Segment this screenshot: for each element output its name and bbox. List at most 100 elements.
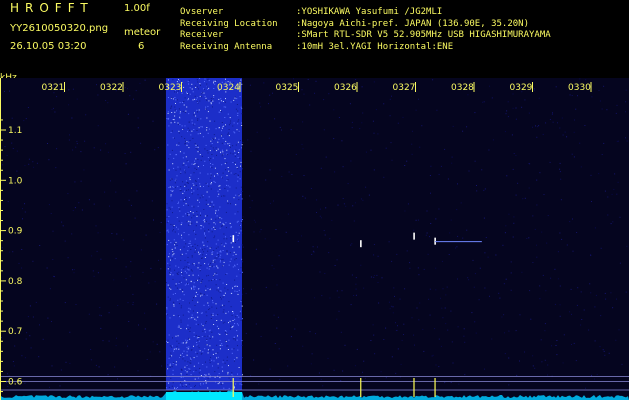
- noise-pixel: [331, 219, 333, 221]
- noise-pixel: [573, 342, 575, 344]
- band-pixel: [232, 254, 234, 256]
- noise-pixel: [12, 361, 14, 362]
- band-pixel: [218, 373, 220, 375]
- band-pixel: [209, 150, 211, 152]
- band-pixel: [220, 150, 222, 152]
- noise-pixel: [309, 104, 311, 106]
- noise-pixel: [291, 174, 293, 175]
- band-pixel: [207, 349, 209, 351]
- info-row-observer: Ovserver:YOSHIKAWA Yasufumi /JG2MLI: [180, 7, 551, 19]
- noise-pixel: [391, 95, 392, 97]
- band-pixel: [171, 149, 173, 151]
- band-pixel: [235, 144, 237, 146]
- band-pixel: [207, 274, 209, 276]
- band-pixel: [197, 214, 199, 216]
- noise-pixel: [125, 278, 127, 279]
- noise-pixel: [529, 290, 531, 292]
- noise-pixel: [242, 141, 244, 143]
- noise-pixel: [451, 162, 453, 164]
- band-pixel: [193, 365, 195, 367]
- noise-pixel: [508, 357, 510, 359]
- band-pixel: [175, 103, 176, 104]
- band-pixel: [203, 219, 205, 221]
- band-pixel: [234, 213, 236, 215]
- noise-pixel: [104, 191, 106, 193]
- noise-pixel: [352, 205, 354, 207]
- band-pixel: [181, 102, 183, 103]
- noise-pixel: [1, 269, 2, 271]
- noise-pixel: [287, 213, 289, 215]
- band-pixel: [170, 106, 172, 108]
- noise-pixel: [109, 205, 110, 207]
- noise-pixel: [360, 198, 362, 200]
- noise-pixel: [154, 149, 156, 151]
- noise-pixel: [513, 222, 515, 224]
- band-pixel: [202, 364, 204, 365]
- band-pixel: [172, 293, 174, 295]
- band-pixel: [237, 176, 239, 178]
- band-pixel: [204, 233, 205, 235]
- noise-pixel: [245, 332, 247, 334]
- band-pixel: [241, 271, 243, 273]
- band-pixel: [217, 363, 219, 365]
- noise-pixel: [130, 204, 132, 206]
- band-pixel: [212, 279, 214, 280]
- noise-pixel: [242, 216, 244, 218]
- noise-pixel: [151, 200, 153, 202]
- band-pixel: [166, 203, 168, 205]
- band-pixel: [185, 342, 187, 344]
- noise-pixel: [532, 215, 534, 217]
- band-pixel: [183, 152, 185, 154]
- noise-pixel: [438, 366, 440, 368]
- noise-pixel: [603, 85, 605, 87]
- band-pixel: [197, 151, 199, 153]
- band-pixel: [236, 315, 238, 316]
- band-pixel: [215, 247, 217, 249]
- band-pixel: [197, 245, 199, 247]
- band-pixel: [180, 281, 182, 283]
- noise-pixel: [542, 133, 544, 135]
- band-pixel: [196, 221, 198, 223]
- band-pixel: [209, 362, 211, 364]
- noise-pixel: [475, 332, 477, 334]
- band-pixel: [190, 359, 192, 361]
- noise-pixel: [464, 341, 466, 343]
- band-pixel: [237, 235, 239, 236]
- band-pixel: [216, 256, 218, 257]
- band-pixel: [169, 287, 171, 289]
- noise-pixel: [468, 170, 470, 172]
- band-pixel: [186, 189, 187, 191]
- noise-pixel: [485, 237, 487, 238]
- noise-pixel: [341, 140, 343, 142]
- band-pixel: [185, 213, 186, 215]
- band-pixel: [201, 279, 203, 280]
- noise-pixel: [50, 213, 52, 214]
- noise-pixel: [503, 283, 505, 285]
- band-pixel: [183, 268, 185, 269]
- band-pixel: [210, 356, 212, 358]
- band-pixel: [225, 169, 227, 171]
- noise-pixel: [559, 315, 561, 317]
- band-pixel: [240, 228, 242, 230]
- band-pixel: [216, 274, 218, 276]
- band-pixel: [191, 122, 193, 124]
- noise-pixel: [383, 176, 385, 178]
- noise-pixel: [310, 363, 312, 365]
- band-pixel: [204, 263, 206, 265]
- band-pixel: [222, 195, 224, 197]
- band-pixel: [238, 232, 240, 234]
- noise-pixel: [576, 232, 578, 233]
- band-pixel: [188, 337, 190, 339]
- band-pixel: [213, 134, 215, 136]
- noise-pixel: [350, 304, 352, 306]
- band-pixel: [222, 296, 224, 298]
- noise-pixel: [73, 272, 75, 274]
- band-pixel: [207, 352, 209, 354]
- band-pixel: [223, 261, 225, 263]
- noise-pixel: [450, 310, 452, 312]
- band-pixel: [216, 357, 218, 359]
- band-pixel: [176, 154, 177, 156]
- band-pixel: [222, 294, 224, 296]
- noise-pixel: [269, 169, 271, 171]
- noise-pixel: [376, 274, 378, 276]
